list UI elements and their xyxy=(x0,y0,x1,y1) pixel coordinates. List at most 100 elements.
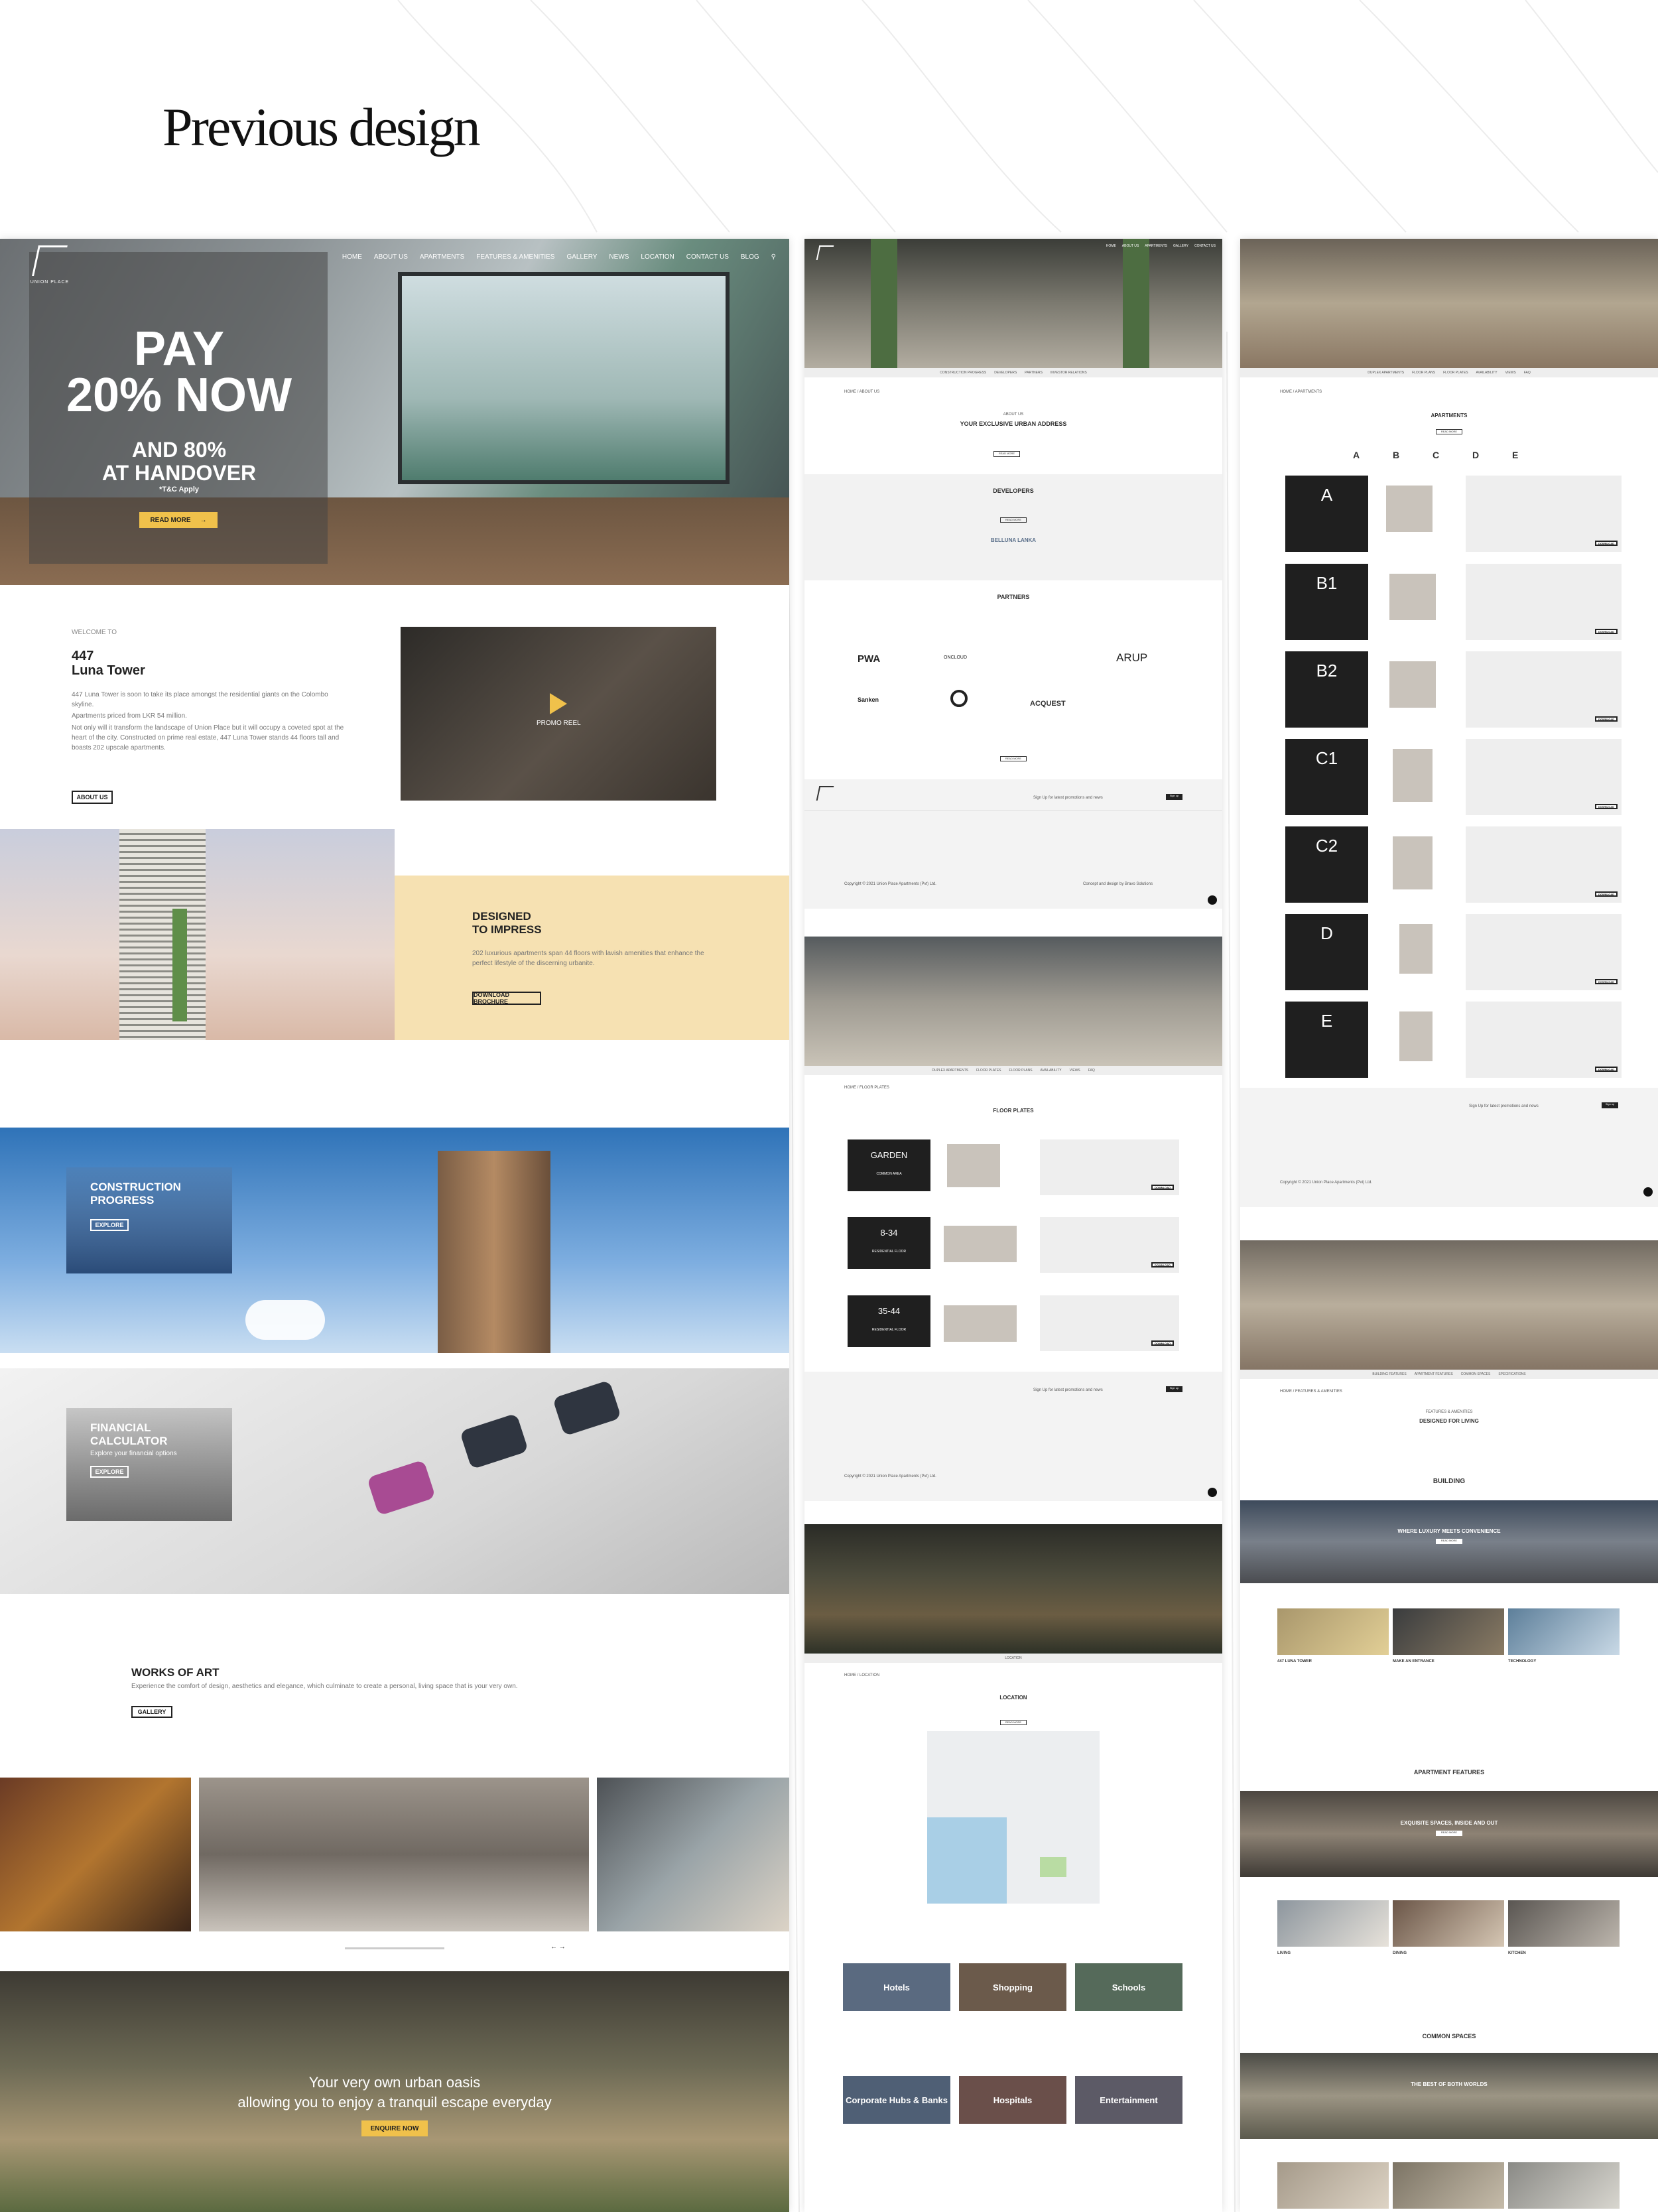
apartments-read-more-button[interactable]: READ MORE xyxy=(1436,429,1462,434)
hero-read-more-button[interactable]: READ MORE → xyxy=(139,512,218,528)
search-icon[interactable]: ⚲ xyxy=(771,253,776,261)
plan-download-button[interactable]: DOWNLOAD xyxy=(1595,804,1618,809)
plan-type-d[interactable]: D xyxy=(1285,914,1368,990)
plan-download-button[interactable]: DOWNLOAD xyxy=(1595,629,1618,634)
nav-news[interactable]: NEWS xyxy=(609,253,629,261)
footer-signup-button[interactable]: Sign up xyxy=(1602,1102,1618,1108)
nav-home[interactable]: HOME xyxy=(342,253,362,261)
category-entertainment[interactable]: Entertainment xyxy=(1075,2076,1182,2124)
plan-type-c2[interactable]: C2 xyxy=(1285,826,1368,903)
nav-blog[interactable]: BLOG xyxy=(741,253,759,261)
plate-download-button[interactable]: DOWNLOAD xyxy=(1151,1262,1174,1268)
tile-kitchen[interactable] xyxy=(1508,1900,1620,1947)
building-read-more-button[interactable]: READ MORE xyxy=(1436,1539,1462,1544)
footer-signup-button[interactable]: Sign up xyxy=(1166,794,1182,800)
plan-download-button[interactable]: DOWNLOAD xyxy=(1595,891,1618,897)
type-a-letter[interactable]: A xyxy=(1353,450,1360,460)
subnav-developers[interactable]: DEVELOPERS xyxy=(994,371,1017,375)
plan-download-button[interactable]: DOWNLOAD xyxy=(1595,716,1618,722)
subnav-availability[interactable]: AVAILABILITY xyxy=(1476,371,1498,375)
gallery-arrows-icon[interactable]: ← → xyxy=(550,1943,566,1951)
gallery-image-dining[interactable] xyxy=(597,1778,789,1931)
tile-entrance[interactable] xyxy=(1393,1608,1504,1655)
footer-signup-button[interactable]: Sign up xyxy=(1166,1386,1182,1392)
type-b-letter[interactable]: B xyxy=(1393,450,1399,460)
subnav-common-spaces[interactable]: COMMON SPACES xyxy=(1461,1372,1491,1376)
plate-35-44[interactable]: 35-44 RESIDENTIAL FLOOR xyxy=(848,1295,930,1347)
subnav-apartment-features[interactable]: APARTMENT FEATURES xyxy=(1415,1372,1453,1376)
subnav-views[interactable]: VIEWS xyxy=(1505,371,1516,375)
apartment-read-more-button[interactable]: READ MORE xyxy=(1436,1831,1462,1836)
subnav-availability[interactable]: AVAILABILITY xyxy=(1041,1069,1062,1073)
nav-contact[interactable]: CONTACT US xyxy=(1194,244,1216,248)
location-map[interactable] xyxy=(927,1731,1100,1904)
nav-apartments[interactable]: APARTMENTS xyxy=(420,253,464,261)
about-us-button[interactable]: ABOUT US xyxy=(72,791,113,804)
plate-garden[interactable]: GARDEN COMMON AREA xyxy=(848,1139,930,1191)
enquire-now-button[interactable]: ENQUIRE NOW xyxy=(361,2120,428,2136)
subnav-location[interactable]: LOCATION xyxy=(1005,1656,1021,1660)
subnav-construction[interactable]: CONSTRUCTION PROGRESS xyxy=(940,371,986,375)
category-hotels[interactable]: Hotels xyxy=(843,1963,950,2011)
subnav-specifications[interactable]: SPECIFICATIONS xyxy=(1498,1372,1525,1376)
tile-living[interactable] xyxy=(1277,1900,1389,1947)
developers-read-more-button[interactable]: READ MORE xyxy=(1000,517,1027,523)
tile-luna-tower[interactable] xyxy=(1277,1608,1389,1655)
nav-location[interactable]: LOCATION xyxy=(641,253,674,261)
category-hospitals[interactable]: Hospitals xyxy=(959,2076,1066,2124)
plate-download-button[interactable]: DOWNLOAD xyxy=(1151,1185,1174,1190)
nav-contact[interactable]: CONTACT US xyxy=(686,253,729,261)
brand-logo[interactable]: UNION PLACE xyxy=(27,245,73,295)
about-read-more-button[interactable]: READ MORE xyxy=(993,451,1020,457)
category-schools[interactable]: Schools xyxy=(1075,1963,1182,2011)
play-icon[interactable] xyxy=(550,693,567,714)
subnav-faq[interactable]: FAQ xyxy=(1088,1069,1095,1073)
gallery-image-kitchen[interactable] xyxy=(199,1778,589,1931)
subnav-duplex[interactable]: DUPLEX APARTMENTS xyxy=(1368,371,1404,375)
tile-technology[interactable] xyxy=(1508,1608,1620,1655)
location-read-more-button[interactable]: READ MORE xyxy=(1000,1720,1027,1725)
plan-type-b1[interactable]: B1 xyxy=(1285,564,1368,640)
type-d-letter[interactable]: D xyxy=(1472,450,1479,460)
nav-about[interactable]: ABOUT US xyxy=(374,253,408,261)
construction-explore-button[interactable]: EXPLORE xyxy=(90,1219,129,1231)
subnav-views[interactable]: VIEWS xyxy=(1070,1069,1080,1073)
subnav-floor-plates[interactable]: FLOOR PLATES xyxy=(976,1069,1001,1073)
gallery-pagination[interactable] xyxy=(345,1947,444,1949)
nav-gallery[interactable]: GALLERY xyxy=(566,253,597,261)
nav-apartments[interactable]: APARTMENTS xyxy=(1145,244,1167,248)
plan-download-button[interactable]: DOWNLOAD xyxy=(1595,979,1618,984)
chat-icon[interactable] xyxy=(1643,1187,1653,1197)
plan-download-button[interactable]: DOWNLOAD xyxy=(1595,541,1618,546)
tile-common-3[interactable] xyxy=(1508,2162,1620,2209)
nav-home[interactable]: HOME xyxy=(1106,244,1116,248)
plan-type-e[interactable]: E xyxy=(1285,1002,1368,1078)
plate-download-button[interactable]: DOWNLOAD xyxy=(1151,1340,1174,1346)
plan-type-b2[interactable]: B2 xyxy=(1285,651,1368,728)
logo-mark-icon[interactable] xyxy=(816,245,834,260)
partners-read-more-button[interactable]: READ MORE xyxy=(1000,756,1027,761)
plan-type-c1[interactable]: C1 xyxy=(1285,739,1368,815)
subnav-partners[interactable]: PARTNERS xyxy=(1025,371,1043,375)
subnav-floor-plans[interactable]: FLOOR PLANS xyxy=(1009,1069,1033,1073)
category-corporate[interactable]: Corporate Hubs & Banks xyxy=(843,2076,950,2124)
type-e-letter[interactable]: E xyxy=(1512,450,1518,460)
promo-video-thumbnail[interactable]: PROMO REEL xyxy=(401,627,716,801)
footer-logo-icon[interactable] xyxy=(816,786,834,801)
download-brochure-button[interactable]: DOWNLOAD BROCHURE xyxy=(472,992,541,1005)
type-c-letter[interactable]: C xyxy=(1433,450,1439,460)
tile-common-1[interactable] xyxy=(1277,2162,1389,2209)
chat-icon[interactable] xyxy=(1208,1488,1217,1497)
plan-download-button[interactable]: DOWNLOAD xyxy=(1595,1067,1618,1072)
subnav-investor[interactable]: INVESTOR RELATIONS xyxy=(1051,371,1087,375)
category-shopping[interactable]: Shopping xyxy=(959,1963,1066,2011)
subnav-floor-plans[interactable]: FLOOR PLANS xyxy=(1412,371,1435,375)
tile-common-2[interactable] xyxy=(1393,2162,1504,2209)
nav-features[interactable]: FEATURES & AMENITIES xyxy=(476,253,554,261)
plate-8-34[interactable]: 8-34 RESIDENTIAL FLOOR xyxy=(848,1217,930,1269)
nav-gallery[interactable]: GALLERY xyxy=(1173,244,1188,248)
gallery-button[interactable]: GALLERY xyxy=(131,1706,172,1718)
subnav-faq[interactable]: FAQ xyxy=(1524,371,1531,375)
gallery-image-lobby[interactable] xyxy=(0,1778,191,1931)
plan-type-a[interactable]: A xyxy=(1285,476,1368,552)
